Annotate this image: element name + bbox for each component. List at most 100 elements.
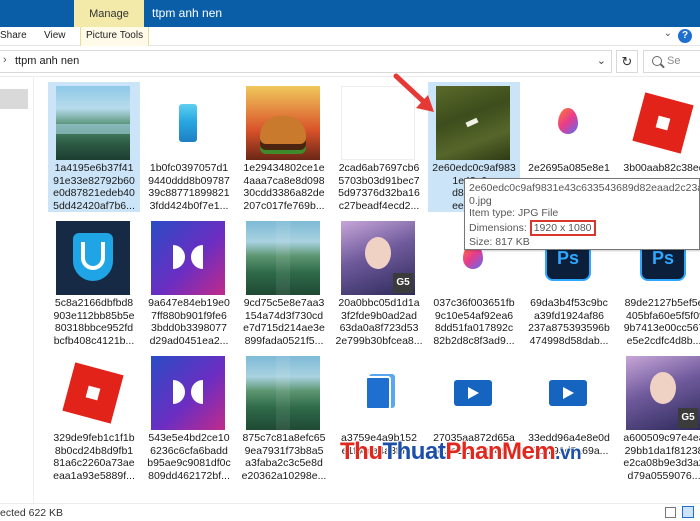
file-name-line: 80318bbce952fd: [54, 322, 134, 334]
file-tile[interactable]: 1b0fc0397057d1 9440ddd8b09787 39c887718998…: [143, 82, 235, 212]
file-tile[interactable]: G5 20a0bbc05d1d1a 3f2fde9b0ad2ad 63da0a8f72…: [333, 217, 425, 347]
file-name-line: 3f2fde9b0ad2ad: [341, 309, 417, 322]
file-name-line: 1a4195e6b37f41: [54, 162, 134, 174]
file-thumbnail[interactable]: [151, 86, 225, 160]
tooltip-item-type: Item type: JPG File: [469, 207, 559, 219]
file-thumbnail[interactable]: [246, 221, 320, 295]
file-name: 5c8a2166dbfbd8 903e112bb85b5e 80318bbce952…: [50, 297, 138, 347]
file-name: 543e5e4bd2ce10 6236c6cfa6badd b95ae9c9081d…: [145, 432, 233, 482]
file-thumbnail[interactable]: [56, 86, 130, 160]
file-thumbnail[interactable]: [436, 86, 510, 160]
file-name: 20a0bbc05d1d1a 3f2fde9b0ad2ad 63da0a8f723d…: [335, 297, 423, 347]
navigation-pane[interactable]: [0, 77, 33, 503]
file-name: 69da3b4f53c9bc a39fd1924af86 237a875393596…: [525, 297, 613, 347]
file-tile[interactable]: 9a647e84eb19e0 7ff880b901f9fe6 3bdd0b33980…: [143, 217, 235, 347]
file-name-line: 30cdd3386a82de: [243, 187, 325, 199]
file-name-line: a39fd1924af86: [533, 309, 605, 322]
file-name-line: 474998d58dab...: [529, 334, 609, 347]
file-name-line: 5c8a2166dbfbd8: [54, 297, 134, 309]
file-name-line: e0d87821edeb40: [53, 187, 135, 199]
file-name: 037c36f003651fb 9c10e54af92ea6 8dd51fa0178…: [430, 297, 518, 347]
file-name-line: 154a74d3f730cd: [244, 309, 324, 322]
file-tile[interactable]: 5c8a2166dbfbd8 903e112bb85b5e 80318bbce952…: [48, 217, 140, 347]
file-thumbnail[interactable]: [341, 356, 415, 430]
watermark-part-4: .vn: [555, 443, 582, 464]
file-thumbnail[interactable]: [626, 86, 700, 160]
file-thumbnail[interactable]: [531, 356, 605, 430]
tab-picture-tools[interactable]: Picture Tools: [80, 27, 150, 46]
file-name-line: 329de9feb1c1f1b: [53, 432, 135, 444]
file-tooltip: 2e60edc0c9af9831e43c633543689d82eaad2c23…: [464, 178, 700, 250]
file-thumbnail[interactable]: [56, 356, 130, 430]
file-name-line: 2cad6ab7697cb6: [338, 162, 420, 174]
file-tile[interactable]: 329de9feb1c1f1b 8b0cd24b8d9fb1 81a6c2260a7…: [48, 352, 140, 482]
tooltip-dimensions-label: Dimensions:: [469, 221, 527, 234]
file-name-line: 9cd75c5e8e7aa3: [243, 297, 325, 309]
file-name-line: a600509c97e4ea: [623, 432, 700, 444]
file-tile[interactable]: 1e29434802ce1e 4aaa7ca8e8d098 30cdd3386a82…: [238, 82, 330, 212]
address-bar[interactable]: › ttpm anh nen ⌄: [0, 50, 612, 73]
file-tile[interactable]: 875c7c81a8efc65 9ea7931f73b8a5 a3faba2c3c5…: [238, 352, 330, 482]
file-name-line: 875c7c81a8efc65: [242, 432, 326, 444]
search-input[interactable]: Se: [643, 50, 700, 73]
help-icon[interactable]: ?: [678, 29, 692, 43]
tooltip-dimensions-value: 1920 x 1080: [529, 219, 596, 236]
title-bar: Manage ttpm anh nen: [0, 0, 700, 27]
file-thumbnail[interactable]: [246, 86, 320, 160]
file-thumbnail[interactable]: [56, 221, 130, 295]
file-name-line: 899fada0521f5...: [244, 334, 324, 347]
chevron-down-icon[interactable]: ⌄: [664, 28, 672, 39]
file-name-line: 1e29434802ce1e: [243, 162, 325, 174]
tab-manage[interactable]: Manage: [74, 0, 144, 27]
window-title: ttpm anh nen: [152, 6, 223, 20]
status-bar: ected 622 KB: [0, 503, 700, 521]
ribbon-tab-bar: Share View Picture Tools ⌄ ?: [0, 27, 700, 46]
file-tile[interactable]: 543e5e4bd2ce10 6236c6cfa6badd b95ae9c9081d…: [143, 352, 235, 482]
file-thumbnail[interactable]: [246, 356, 320, 430]
file-thumbnail[interactable]: G5: [341, 221, 415, 295]
file-name-line: b95ae9c9081df0c: [147, 457, 231, 469]
file-name-line: 5703b03d91bec7: [338, 174, 420, 187]
file-thumbnail[interactable]: G5: [626, 356, 700, 430]
search-placeholder: Se: [667, 55, 681, 67]
tab-share[interactable]: Share: [0, 27, 27, 46]
file-tile[interactable]: G5 a600509c97e4ea 29bb1da1f81238 e2ca08b9e3…: [618, 352, 700, 482]
address-path[interactable]: ttpm anh nen: [15, 55, 79, 67]
file-name-line: 2e60edc0c9af983: [432, 162, 516, 174]
file-thumbnail[interactable]: [151, 221, 225, 295]
file-name-line: 2e2695a085e8e1: [528, 162, 610, 174]
file-thumbnail[interactable]: [531, 86, 605, 160]
file-name-line: 9ea7931f73b8a5: [244, 444, 324, 457]
details-view-icon[interactable]: [665, 507, 676, 518]
file-name: 1e29434802ce1e 4aaa7ca8e8d098 30cdd3386a82…: [240, 162, 328, 212]
refresh-button[interactable]: ↻: [616, 50, 638, 73]
watermark-part-1: Thu: [340, 438, 383, 465]
file-name-line: 207c017fe769b...: [243, 199, 325, 212]
pane-divider[interactable]: [33, 77, 34, 503]
tooltip-dimensions: Dimensions: 1920 x 1080: [469, 219, 695, 236]
file-tile[interactable]: 9cd75c5e8e7aa3 154a74d3f730cd e7d715d214ae…: [238, 217, 330, 347]
file-name-line: 903e112bb85b5e: [53, 309, 135, 322]
file-name-line: e7d715d214ae3e: [243, 322, 325, 334]
file-name-line: 6236c6cfa6badd: [150, 444, 228, 457]
large-icons-view-icon[interactable]: [682, 506, 694, 518]
file-name-line: 9440ddd8b09787: [148, 174, 230, 187]
watermark-part-3: PhanMem: [445, 438, 556, 465]
file-tile[interactable]: 1a4195e6b37f41 91e33e82792b60 e0d87821edeb…: [48, 82, 140, 212]
file-name-line: d29ad0451ea2...: [149, 334, 229, 347]
file-name: 9a647e84eb19e0 7ff880b901f9fe6 3bdd0b33980…: [145, 297, 233, 347]
tooltip-size: Size: 817 KB: [469, 236, 530, 248]
file-name-line: 7ff880b901f9fe6: [151, 309, 227, 322]
file-name-line: 69da3b4f53c9bc: [530, 297, 608, 309]
chevron-right-icon[interactable]: ›: [3, 54, 7, 66]
file-thumbnail[interactable]: [436, 356, 510, 430]
file-name-line: e5e2cdfc4d8b...: [626, 334, 700, 347]
nav-selected-item[interactable]: [0, 89, 28, 109]
file-name-line: 89de2127b5ef5e: [624, 297, 700, 309]
chevron-down-icon[interactable]: ⌄: [597, 54, 606, 67]
file-name: 2cad6ab7697cb6 5703b03d91bec7 5d97376d32ba…: [335, 162, 423, 212]
file-name: 329de9feb1c1f1b 8b0cd24b8d9fb1 81a6c2260a7…: [50, 432, 138, 482]
file-name-line: 63da0a8f723d53: [339, 322, 419, 334]
file-thumbnail[interactable]: [151, 356, 225, 430]
tab-view[interactable]: View: [44, 27, 66, 46]
